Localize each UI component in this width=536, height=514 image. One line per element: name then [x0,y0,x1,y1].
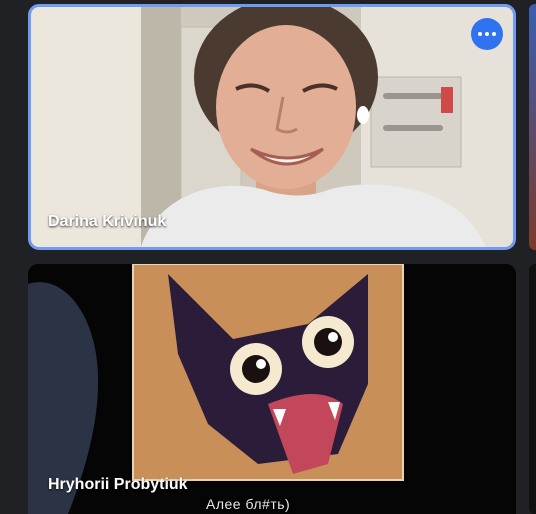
adjacent-tile-edge-bottom [529,264,536,514]
more-options-button[interactable] [471,18,503,50]
participant-video-darina [31,7,513,247]
participant-name: Hryhorii Probytiuk [48,476,188,493]
participant-name: Darina Krivinuk [48,213,167,230]
participant-tile-darina[interactable]: Darina Krivinuk [28,4,516,250]
adjacent-tile-edge-top [529,4,536,250]
video-caption-text: Алее бл#ть) [206,496,291,512]
participant-tile-hryhorii[interactable]: Hryhorii Probytiuk Алее бл#ть) [28,264,516,514]
